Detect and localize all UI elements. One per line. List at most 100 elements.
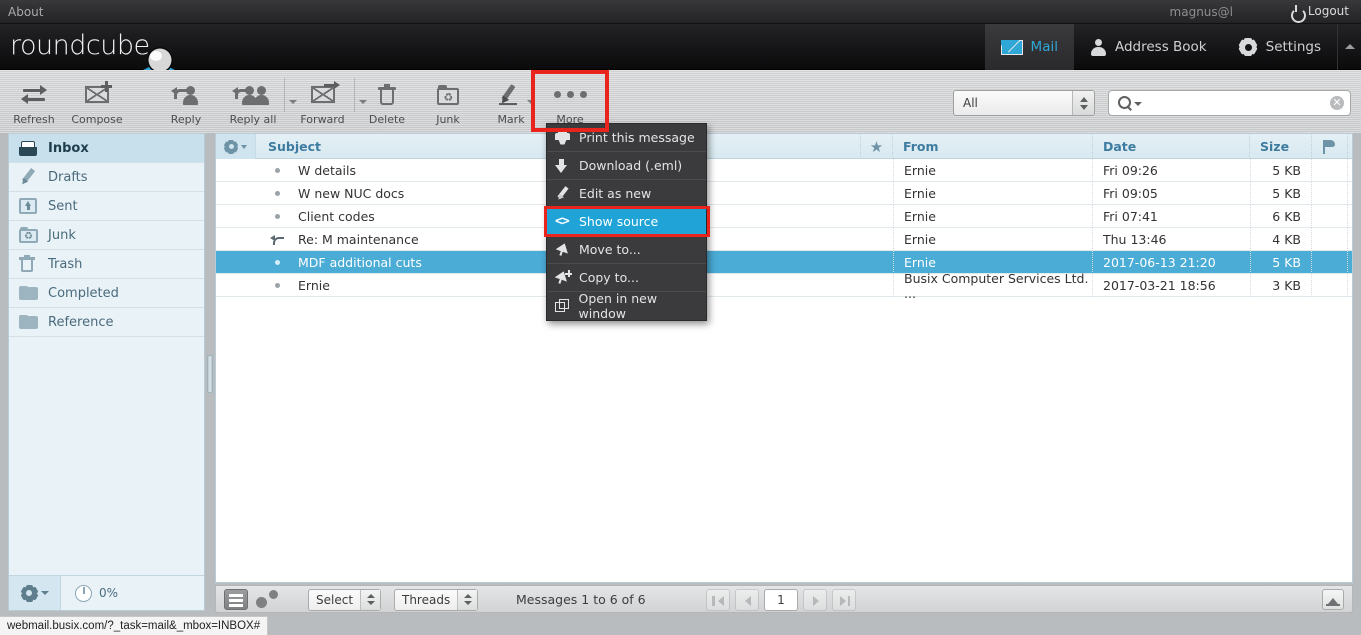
menu-item-move-to[interactable]: Move to...	[547, 236, 706, 264]
row-attachment	[1348, 159, 1352, 182]
logout-button[interactable]: Logout	[1290, 4, 1349, 23]
search-scope-select[interactable]: All	[953, 90, 1095, 116]
row-star[interactable]	[861, 159, 893, 182]
first-page-button[interactable]	[706, 589, 730, 611]
column-label: Size	[1260, 139, 1290, 154]
chevron-down-icon	[40, 591, 49, 595]
reply-button[interactable]: Reply	[160, 70, 212, 133]
row-star[interactable]	[861, 228, 893, 251]
junk-button[interactable]: ♻ Junk	[424, 70, 472, 133]
about-link[interactable]: About	[8, 5, 43, 19]
next-page-button[interactable]	[803, 589, 827, 611]
search-clear-icon[interactable]: ✕	[1330, 96, 1344, 110]
taskbar-collapse-button[interactable]	[1337, 24, 1361, 70]
sidebar-item-sent[interactable]: Sent	[9, 192, 204, 221]
column-header-flag[interactable]	[1312, 134, 1348, 159]
forward-button[interactable]: Forward	[296, 70, 349, 133]
delete-button[interactable]: Delete	[362, 70, 412, 133]
column-header-size[interactable]: Size	[1250, 134, 1312, 159]
table-row[interactable]: W new NUC docs Ernie Fri 09:05 5 KB	[216, 182, 1352, 205]
row-star[interactable]	[861, 251, 893, 274]
column-header-from[interactable]: From	[893, 134, 1093, 159]
table-row[interactable]: MDF additional cuts Ernie 2017-06-13 21:…	[216, 251, 1352, 274]
sidebar-splitter[interactable]	[205, 133, 215, 611]
menu-item-open-in-new-window[interactable]: Open in new window	[547, 291, 706, 321]
thread-mode-button[interactable]	[256, 590, 278, 609]
mark-dropdown-arrow[interactable]	[527, 100, 535, 104]
row-flag[interactable]	[1312, 205, 1348, 228]
unread-dot-icon	[274, 260, 280, 265]
sidebar-item-reference[interactable]: Reference	[9, 308, 204, 337]
table-row[interactable]: W details Ernie Fri 09:26 5 KB	[216, 159, 1352, 182]
row-status-icon	[256, 205, 298, 228]
threads-dropdown[interactable]: Threads	[394, 589, 479, 611]
download-icon	[555, 158, 579, 173]
task-mail-label: Mail	[1030, 39, 1058, 55]
row-flag[interactable]	[1312, 274, 1348, 297]
row-date: Fri 09:05	[1103, 186, 1158, 201]
menu-item-download-eml[interactable]: Download (.eml)	[547, 152, 706, 180]
column-header-star[interactable]: ★	[861, 134, 893, 159]
table-row[interactable]: Client codes Ernie Fri 07:41 6 KB	[216, 205, 1352, 228]
refresh-button[interactable]: Refresh	[8, 70, 60, 133]
row-flag[interactable]	[1312, 159, 1348, 182]
column-header-attachment[interactable]	[1348, 134, 1352, 159]
select-label: Select	[316, 593, 354, 607]
row-size: 4 KB	[1250, 228, 1312, 251]
forward-label: Forward	[300, 113, 345, 126]
sidebar-item-trash[interactable]: Trash	[9, 250, 204, 279]
copy-arrow-icon	[555, 270, 579, 285]
row-flag[interactable]	[1312, 228, 1348, 251]
prev-page-button[interactable]	[735, 589, 759, 611]
search-input[interactable]	[1145, 94, 1322, 112]
first-page-icon	[712, 596, 715, 606]
row-size: 5 KB	[1250, 251, 1312, 274]
spinner-arrows-icon[interactable]	[1072, 91, 1094, 115]
sidebar-item-junk[interactable]: ♻ Junk	[9, 221, 204, 250]
splitter-grip[interactable]	[207, 355, 213, 393]
sidebar-item-completed[interactable]: Completed	[9, 279, 204, 308]
row-flag[interactable]	[1312, 251, 1348, 274]
task-address-book[interactable]: Address Book	[1074, 24, 1223, 70]
column-header-date[interactable]: Date	[1093, 134, 1250, 159]
search-box[interactable]: ✕	[1108, 90, 1351, 116]
unread-dot-icon	[274, 191, 280, 196]
row-star[interactable]	[861, 205, 893, 228]
task-mail[interactable]: Mail	[984, 24, 1074, 70]
message-count-label: Messages 1 to 6 of 6	[516, 592, 646, 607]
menu-item-print-this-message[interactable]: Print this message	[547, 124, 706, 152]
row-from: Busix Computer Services Ltd. ...	[893, 271, 1093, 301]
person-icon	[1090, 38, 1107, 56]
row-star[interactable]	[861, 274, 893, 297]
folder-actions-button[interactable]	[9, 576, 61, 610]
row-star[interactable]	[861, 182, 893, 205]
next-page-icon	[813, 596, 819, 606]
menu-item-label: Download (.eml)	[579, 158, 683, 173]
task-settings[interactable]: Settings	[1223, 24, 1337, 70]
gear-icon	[19, 584, 39, 602]
table-row[interactable]: Ernie Busix Computer Services Ltd. ... 2…	[216, 271, 1352, 301]
spinner-arrows-icon[interactable]	[360, 590, 381, 610]
menu-item-show-source[interactable]: <> Show source	[547, 208, 706, 236]
flag-icon	[1323, 139, 1336, 154]
menu-item-edit-as-new[interactable]: Edit as new	[547, 180, 706, 208]
row-flag[interactable]	[1312, 182, 1348, 205]
spinner-arrows-icon[interactable]	[457, 590, 478, 610]
message-rows: W details Ernie Fri 09:26 5 KB W new NUC…	[216, 159, 1352, 301]
select-dropdown[interactable]: Select	[308, 589, 382, 611]
chevron-down-icon[interactable]	[1134, 102, 1142, 106]
expand-preview-button[interactable]	[1322, 589, 1344, 610]
table-row[interactable]: Re: M maintenance Ernie Thu 13:46 4 KB	[216, 228, 1352, 251]
row-date: Fri 07:41	[1103, 209, 1158, 224]
page-number-input[interactable]: 1	[764, 589, 798, 611]
list-mode-button[interactable]	[224, 589, 248, 610]
menu-item-copy-to[interactable]: Copy to...	[547, 264, 706, 292]
row-date: 2017-06-13 21:20	[1103, 255, 1216, 270]
last-page-button[interactable]	[832, 589, 856, 611]
sidebar-item-label: Junk	[48, 227, 76, 243]
sidebar-item-inbox[interactable]: Inbox	[9, 134, 204, 163]
list-options-button[interactable]	[216, 134, 256, 159]
compose-button[interactable]: Compose	[66, 70, 128, 133]
sidebar-item-drafts[interactable]: Drafts	[9, 163, 204, 192]
reply-all-button[interactable]: Reply all	[218, 70, 288, 133]
